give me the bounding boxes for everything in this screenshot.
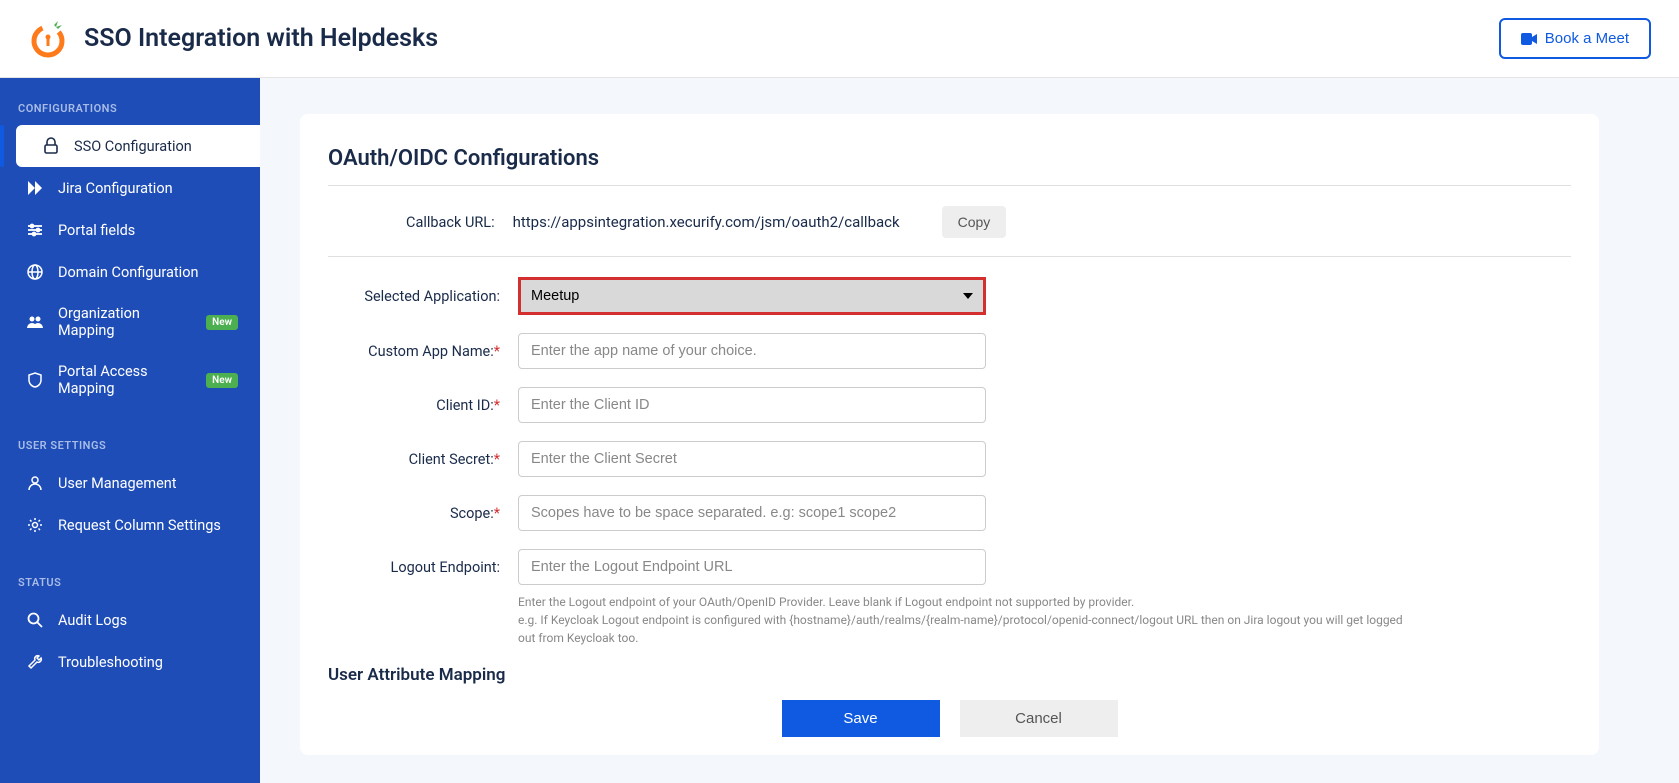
sidebar: CONFIGURATIONS SSO Configuration Jira Co… (0, 78, 260, 783)
nav-label: Jira Configuration (58, 180, 173, 197)
sidebar-item-domain-config[interactable]: Domain Configuration (0, 251, 256, 293)
logout-input[interactable] (518, 549, 986, 585)
custom-app-input[interactable] (518, 333, 986, 369)
nav-label: Domain Configuration (58, 264, 198, 281)
sliders-icon (26, 221, 44, 239)
nav-label: User Management (58, 475, 177, 492)
page-title: SSO Integration with Helpdesks (84, 24, 438, 53)
nav-label: Request Column Settings (58, 517, 221, 534)
nav-label: Organization Mapping (58, 305, 192, 339)
logout-row: Logout Endpoint: (328, 549, 1559, 585)
client-secret-row: Client Secret:* (328, 441, 1559, 477)
callback-value: https://appsintegration.xecurify.com/jsm… (513, 213, 900, 231)
lock-icon (42, 137, 60, 155)
sidebar-item-sso-config[interactable]: SSO Configuration (16, 125, 260, 167)
nav-label: SSO Configuration (74, 138, 192, 155)
scope-row: Scope:* (328, 495, 1559, 531)
book-meet-label: Book a Meet (1545, 30, 1629, 47)
client-secret-label: Client Secret:* (328, 451, 500, 468)
callback-row: Callback URL: https://appsintegration.xe… (406, 206, 1571, 238)
section-configurations: CONFIGURATIONS (0, 96, 260, 125)
divider (328, 256, 1571, 257)
header-left: SSO Integration with Helpdesks (28, 19, 438, 59)
scope-label: Scope:* (328, 505, 500, 522)
logout-helper: Enter the Logout endpoint of your OAuth/… (518, 593, 1418, 647)
new-badge: New (206, 373, 238, 388)
user-attr-mapping-title: User Attribute Mapping (328, 665, 1559, 685)
users-icon (26, 313, 44, 331)
scope-input[interactable] (518, 495, 986, 531)
selected-app-select[interactable]: Meetup (518, 277, 986, 315)
book-meet-button[interactable]: Book a Meet (1499, 18, 1651, 59)
save-button[interactable]: Save (782, 700, 940, 737)
client-id-label: Client ID:* (328, 397, 500, 414)
nav-label: Portal Access Mapping (58, 363, 192, 397)
nav-label: Portal fields (58, 222, 135, 239)
wrench-icon (26, 653, 44, 671)
config-card: OAuth/OIDC Configurations Callback URL: … (300, 114, 1599, 755)
main-content: OAuth/OIDC Configurations Callback URL: … (260, 78, 1679, 783)
selected-app-label: Selected Application: (328, 288, 500, 305)
sidebar-item-audit-logs[interactable]: Audit Logs (0, 599, 256, 641)
divider (328, 185, 1571, 186)
section-status: STATUS (0, 570, 260, 599)
client-secret-input[interactable] (518, 441, 986, 477)
header: SSO Integration with Helpdesks Book a Me… (0, 0, 1679, 78)
nav-label: Troubleshooting (58, 654, 163, 671)
user-icon (26, 474, 44, 492)
cancel-button[interactable]: Cancel (960, 700, 1118, 737)
section-user-settings: USER SETTINGS (0, 433, 260, 462)
gear-icon (26, 516, 44, 534)
form-footer: Save Cancel (328, 686, 1571, 737)
new-badge: New (206, 315, 238, 330)
form-scroll-area[interactable]: Selected Application: Meetup Custom App … (328, 277, 1571, 686)
custom-app-row: Custom App Name:* (328, 333, 1559, 369)
selected-app-row: Selected Application: Meetup (328, 277, 1559, 315)
sidebar-item-portal-access[interactable]: Portal Access Mapping New (0, 351, 256, 409)
callback-label: Callback URL: (406, 214, 495, 231)
sidebar-item-portal-fields[interactable]: Portal fields (0, 209, 256, 251)
search-icon (26, 611, 44, 629)
camera-icon (1521, 33, 1537, 45)
card-title: OAuth/OIDC Configurations (328, 146, 1571, 171)
sidebar-item-org-mapping[interactable]: Organization Mapping New (0, 293, 256, 351)
sidebar-item-req-col[interactable]: Request Column Settings (0, 504, 256, 546)
logout-label: Logout Endpoint: (328, 559, 500, 576)
copy-button[interactable]: Copy (942, 206, 1007, 238)
client-id-input[interactable] (518, 387, 986, 423)
logo-icon (28, 19, 68, 59)
nav-label: Audit Logs (58, 612, 127, 629)
globe-icon (26, 263, 44, 281)
shield-icon (26, 371, 44, 389)
jira-icon (26, 179, 44, 197)
custom-app-label: Custom App Name:* (328, 343, 500, 360)
sidebar-item-troubleshoot[interactable]: Troubleshooting (0, 641, 256, 683)
sidebar-item-user-mgmt[interactable]: User Management (0, 462, 256, 504)
sidebar-item-jira-config[interactable]: Jira Configuration (0, 167, 256, 209)
client-id-row: Client ID:* (328, 387, 1559, 423)
